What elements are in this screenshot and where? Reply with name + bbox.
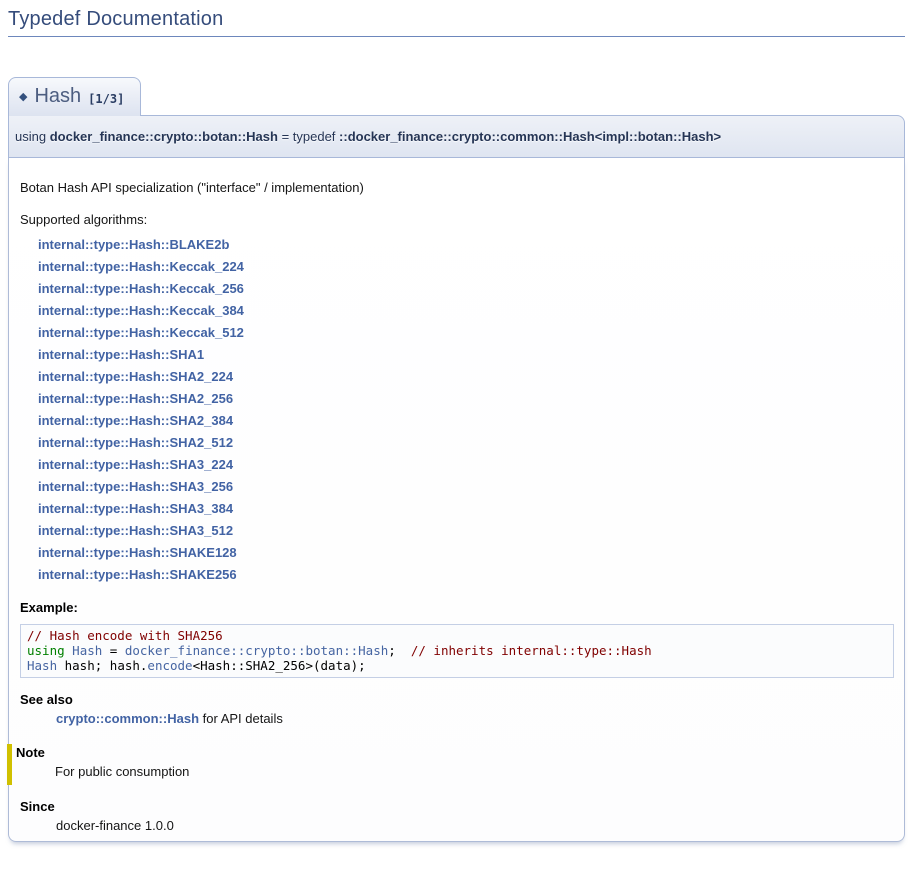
algorithm-link[interactable]: internal::type::Hash::SHA3_384 <box>38 498 894 520</box>
example-label: Example: <box>20 600 894 615</box>
proto-connector: = typedef <box>278 129 339 144</box>
code-token-plain: <Hash::SHA2_256>(data); <box>193 658 366 673</box>
code-line: Hash hash; hash.encode<Hash::SHA2_256>(d… <box>27 658 887 673</box>
algorithm-link[interactable]: internal::type::Hash::SHA3_512 <box>38 520 894 542</box>
description-text: Botan Hash API specialization ("interfac… <box>20 180 894 195</box>
algorithm-link[interactable]: internal::type::Hash::SHA2_224 <box>38 366 894 388</box>
code-example: // Hash encode with SHA256using Hash = d… <box>20 624 894 678</box>
code-link[interactable]: Hash <box>27 658 57 673</box>
algorithm-link[interactable]: internal::type::Hash::Keccak_224 <box>38 256 894 278</box>
algorithm-link[interactable]: internal::type::Hash::Keccak_512 <box>38 322 894 344</box>
see-also-line: crypto::common::Hash for API details <box>56 711 894 726</box>
proto-name: docker_finance::crypto::botan::Hash <box>50 129 278 144</box>
note-label: Note <box>16 745 894 760</box>
member-tab: ◆ Hash [1/3] <box>8 77 141 116</box>
since-label: Since <box>20 799 894 814</box>
member-name: Hash <box>34 85 81 108</box>
algorithm-link[interactable]: internal::type::Hash::SHA3_256 <box>38 476 894 498</box>
code-link[interactable]: Hash <box>72 643 102 658</box>
see-also-label: See also <box>20 692 894 707</box>
algorithm-link[interactable]: internal::type::Hash::BLAKE2b <box>38 234 894 256</box>
code-token-comment: // inherits internal::type::Hash <box>411 643 652 658</box>
algorithm-list: internal::type::Hash::BLAKE2binternal::t… <box>38 234 894 586</box>
page-title: Typedef Documentation <box>8 8 905 37</box>
algorithm-link[interactable]: internal::type::Hash::SHAKE128 <box>38 542 894 564</box>
member-hash: ◆ Hash [1/3] using docker_finance::crypt… <box>8 77 905 842</box>
see-also-section: See also crypto::common::Hash for API de… <box>18 692 894 726</box>
algorithm-link[interactable]: internal::type::Hash::Keccak_256 <box>38 278 894 300</box>
code-token-plain: hash; hash. <box>57 658 147 673</box>
algorithms-label: Supported algorithms: <box>20 212 894 227</box>
code-token-keyword: using <box>27 643 65 658</box>
member-documentation: Botan Hash API specialization ("interfac… <box>8 158 905 842</box>
since-section: Since docker-finance 1.0.0 <box>18 799 894 833</box>
member-overload-badge: [1/3] <box>88 88 124 106</box>
algorithm-link[interactable]: internal::type::Hash::Keccak_384 <box>38 300 894 322</box>
proto-keyword: using <box>15 129 50 144</box>
see-also-text: for API details <box>199 711 283 726</box>
code-token-comment: // Hash encode with SHA256 <box>27 628 223 643</box>
proto-type: ::docker_finance::crypto::common::Hash<i… <box>339 129 721 144</box>
note-text: For public consumption <box>55 764 894 779</box>
algorithm-link[interactable]: internal::type::Hash::SHA2_512 <box>38 432 894 454</box>
code-link[interactable]: docker_finance::crypto::botan::Hash <box>125 643 388 658</box>
content-area: Typedef Documentation ◆ Hash [1/3] using… <box>0 8 913 842</box>
code-token-plain: = <box>102 643 125 658</box>
member-prototype: using docker_finance::crypto::botan::Has… <box>8 115 905 158</box>
code-line: // Hash encode with SHA256 <box>27 628 887 643</box>
algorithm-link[interactable]: internal::type::Hash::SHA2_256 <box>38 388 894 410</box>
since-text: docker-finance 1.0.0 <box>56 818 894 833</box>
permalink-anchor-icon[interactable]: ◆ <box>19 90 27 103</box>
algorithm-link[interactable]: internal::type::Hash::SHA3_224 <box>38 454 894 476</box>
code-token-plain: ; <box>388 643 411 658</box>
code-line: using Hash = docker_finance::crypto::bot… <box>27 643 887 658</box>
note-section: Note For public consumption <box>7 744 894 785</box>
see-also-link[interactable]: crypto::common::Hash <box>56 711 199 726</box>
algorithm-link[interactable]: internal::type::Hash::SHA1 <box>38 344 894 366</box>
code-link[interactable]: encode <box>147 658 192 673</box>
algorithm-link[interactable]: internal::type::Hash::SHAKE256 <box>38 564 894 586</box>
algorithm-link[interactable]: internal::type::Hash::SHA2_384 <box>38 410 894 432</box>
